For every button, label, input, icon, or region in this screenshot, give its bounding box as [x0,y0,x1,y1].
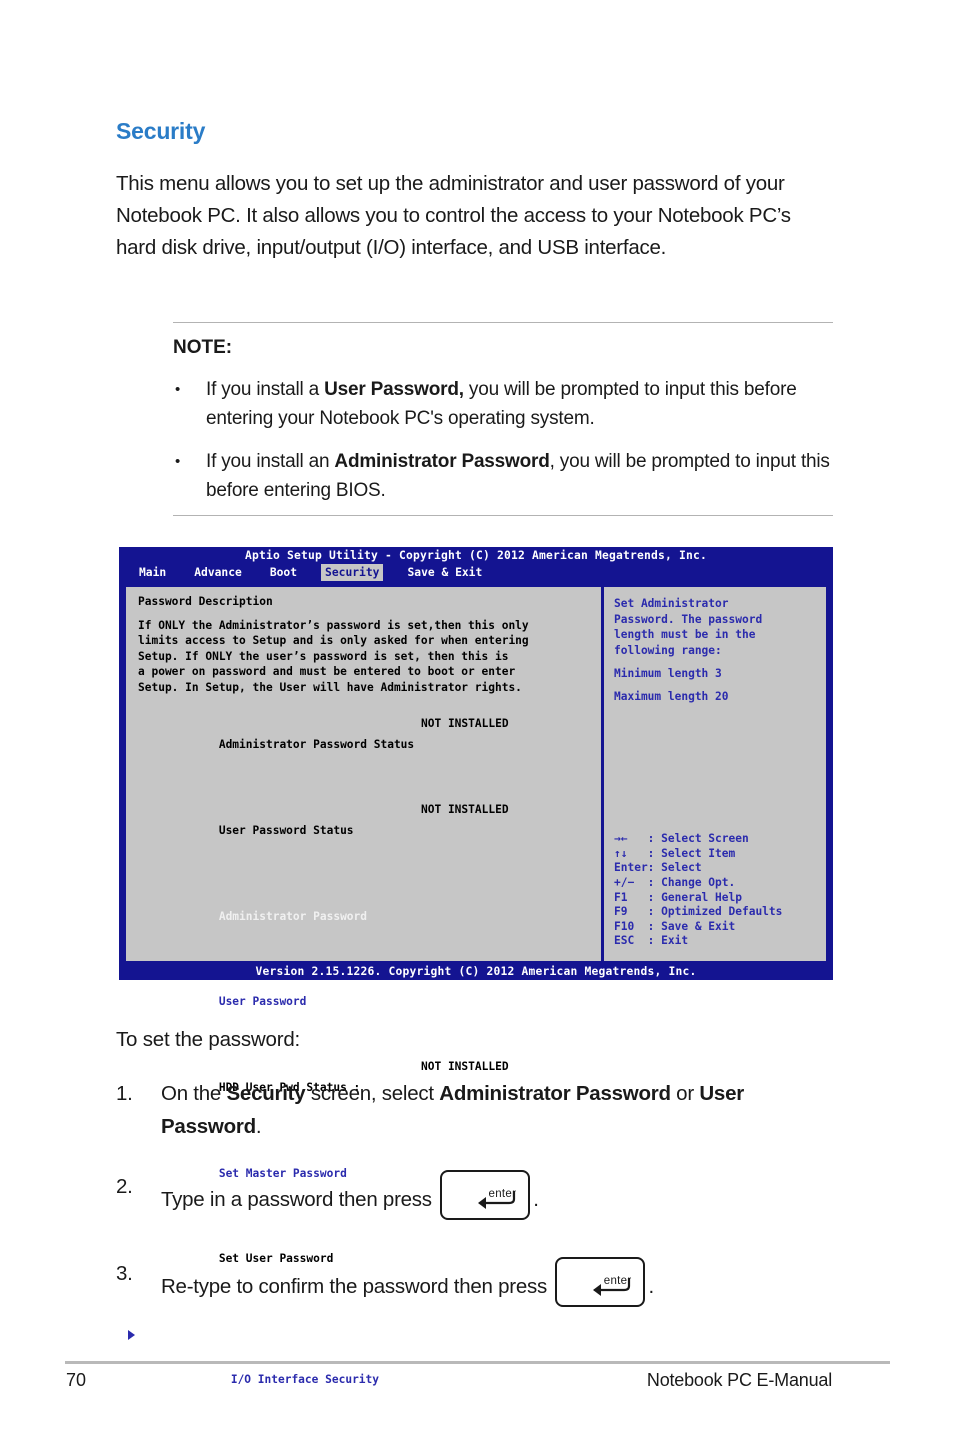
note-bullet-item: • If you install a User Password, you wil… [173,375,833,433]
bios-tab-security[interactable]: Security [321,564,384,581]
row-value: NOT INSTALLED [421,1059,509,1073]
step-3: 3. Re-type to confirm the password then p… [116,1257,846,1307]
manual-page: Security This menu allows you to set up … [0,0,954,1438]
step-text-mid: screen, select [305,1082,440,1105]
triangle-right-icon [128,1330,135,1341]
password-description-body: If ONLY the Administrator’s password is … [138,618,529,694]
bios-version-bar: Version 2.15.1226. Copyright (C) 2012 Am… [255,965,697,978]
note-top-divider [173,322,833,323]
bios-settings-list: Administrator Password Status NOT INSTAL… [128,713,601,1412]
footer-manual-name: Notebook PC E-Manual [646,1370,832,1390]
step-text-mid2: or [670,1082,700,1105]
row-label: I/O Interface Security [230,1373,380,1387]
step-number: 1. [116,1082,133,1105]
footer-divider [65,1361,890,1364]
procedure-lead: To set the password: [116,1028,301,1051]
enter-key-icon: enter [440,1170,531,1220]
row-value: NOT INSTALLED [421,802,509,816]
row-value: NOT INSTALLED [421,717,509,730]
row-io-interface-security[interactable]: I/O Interface Security [128,1326,601,1412]
step-text-pre: Re-type to confirm the password then pre… [161,1275,553,1298]
procedure-steps: 1. On the Security screen, select Adminis… [116,1077,846,1307]
bios-screenshot: Aptio Setup Utility - Copyright (C) 2012… [119,547,833,1386]
note-item-bold: Administrator Password [334,451,550,472]
step-text-post: . [255,1115,262,1138]
enter-key-icon: enter [555,1257,646,1307]
row-administrator-password-status[interactable]: Administrator Password Status NOT INSTAL… [138,713,601,799]
step-bold-administrator-password: Administrator Password [439,1082,671,1105]
bios-left-panel: Password Description If ONLY the Adminis… [126,587,601,1386]
note-bottom-divider [173,515,833,516]
note-bullet-list: • If you install a User Password, you wil… [173,375,833,505]
page-title: Security [116,118,206,144]
step-text-post: . [533,1188,539,1211]
row-label: Administrator Password Status [218,738,415,752]
help-minimum-length: Minimum length 3 [614,667,722,680]
bios-help-panel: Set Administrator Password. The password… [604,587,826,961]
row-spacer [138,1312,601,1326]
step-text-pre: Type in a password then press [161,1188,438,1211]
row-administrator-password[interactable]: Administrator Password [138,884,601,970]
step-number: 2. [116,1175,133,1198]
bios-tab-save-exit[interactable]: Save & Exit [403,564,486,581]
bios-tab-main[interactable]: Main [135,564,170,581]
note-callout: NOTE: • If you install a User Password, y… [173,322,833,516]
bios-tab-advance[interactable]: Advance [190,564,246,581]
password-description-title: Password Description [138,595,273,608]
bios-body: Password Description If ONLY the Adminis… [124,585,828,1386]
footer-page-number: 70 [66,1370,87,1390]
bios-key-legend: →← : Select Screen ↑↓ : Select Item Ente… [614,832,783,948]
note-bullet-item: • If you install an Administrator Passwor… [173,447,833,505]
bios-menu-bar: Main Advance Boot Security Save & Exit [119,564,833,581]
row-label: User Password [218,995,307,1009]
step-text-post: . [648,1275,654,1298]
help-text: Set Administrator Password. The password… [614,597,763,657]
bios-title-bar: Aptio Setup Utility - Copyright (C) 2012… [244,549,708,562]
row-label: User Password Status [218,824,354,838]
row-label: Administrator Password [218,909,368,923]
step-2: 2. Type in a password then press enter. [116,1170,846,1220]
note-title: NOTE: [173,337,233,358]
step-text-pre: On the [161,1082,227,1105]
step-1: 1. On the Security screen, select Adminis… [116,1077,846,1143]
step-number: 3. [116,1262,133,1285]
help-maximum-length: Maximum length 20 [614,689,729,703]
note-item-bold: User Password, [324,379,464,400]
bios-tab-boot[interactable]: Boot [266,564,301,581]
step-bold-security: Security [226,1082,306,1105]
row-user-password-status[interactable]: User Password Status NOT INSTALLED [138,799,601,885]
bullet-icon: • [175,381,181,398]
note-item-pre: If you install an [206,451,335,472]
note-item-pre: If you install a [206,379,325,400]
intro-paragraph: This menu allows you to set up the admin… [116,172,791,259]
bullet-icon: • [175,453,181,470]
